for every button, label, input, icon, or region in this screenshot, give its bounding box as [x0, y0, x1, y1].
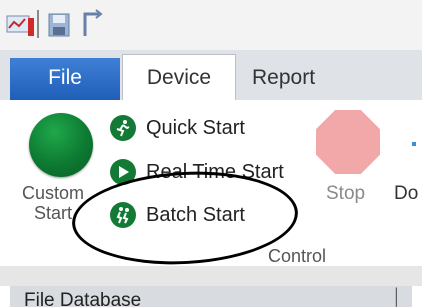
panel-gap	[0, 266, 422, 286]
custom-start-button[interactable]	[29, 113, 93, 177]
do-label[interactable]: Do	[394, 183, 418, 205]
stop-button[interactable]	[316, 110, 380, 174]
chart-icon[interactable]	[6, 12, 36, 43]
pin-icon[interactable]: │	[392, 289, 402, 307]
runner-icon	[110, 115, 136, 141]
quick-start-button[interactable]: Quick Start	[110, 113, 245, 143]
control-group-label: Control	[268, 246, 327, 266]
toolbar-separator	[37, 10, 39, 38]
undo-icon[interactable]	[79, 8, 105, 43]
tab-report[interactable]: Report	[250, 58, 362, 98]
tab-device[interactable]: Device	[122, 54, 236, 101]
tab-file[interactable]: File	[10, 58, 120, 100]
quick-start-label: Quick Start	[146, 116, 245, 139]
quick-access-toolbar	[0, 0, 422, 50]
stop-label: Stop	[326, 183, 366, 204]
save-icon[interactable]	[47, 12, 71, 43]
file-database-panel-header: File Database │	[10, 286, 412, 307]
accent-mark	[412, 142, 416, 146]
custom-start-label-line1: Custom	[21, 183, 84, 203]
ribbon-tab-bar: File Device Report	[0, 50, 422, 101]
panel-title: File Database	[24, 290, 142, 307]
